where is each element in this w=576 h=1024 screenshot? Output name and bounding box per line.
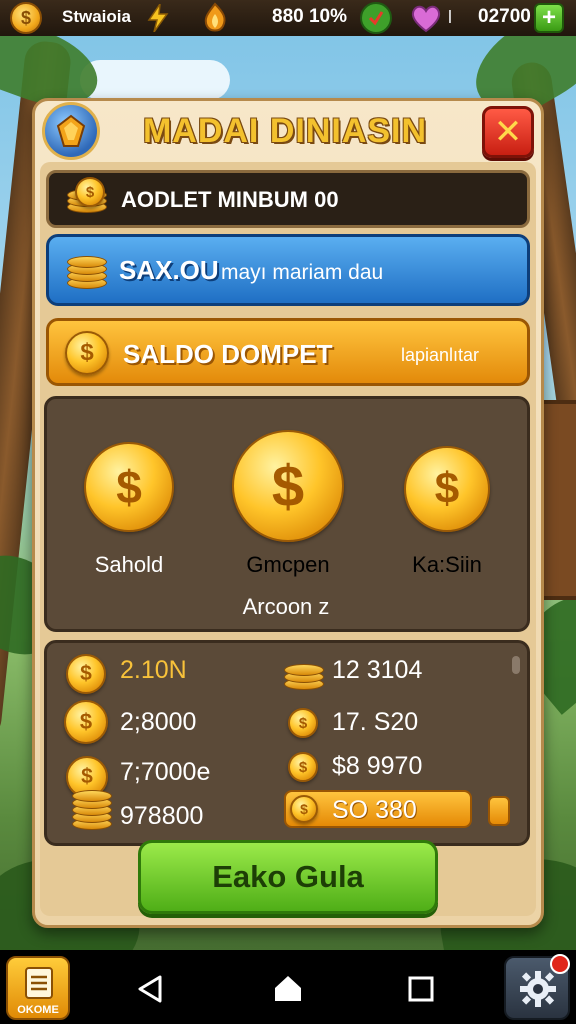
- amount-left-2: 2;8000: [120, 708, 197, 736]
- coin-icon: $: [64, 700, 108, 744]
- top-status-bar: $ Stwaioia 880 10% | 02700 +: [0, 0, 576, 36]
- withdraw-option-subtitle: mayı mariam dau: [221, 261, 384, 284]
- notification-badge: [550, 954, 570, 974]
- minimum-info-row: $ AODLET MINBUM 00: [46, 170, 530, 228]
- scrollbar-thumb[interactable]: [512, 656, 520, 674]
- amount-right-3: $8 9970: [332, 752, 423, 780]
- minimum-text: AODLET MINBUM 00: [121, 187, 339, 212]
- add-gems-button[interactable]: +: [534, 3, 564, 33]
- coin-icon: $: [288, 708, 318, 738]
- heart-icon: [410, 2, 442, 34]
- coin-option-2[interactable]: $: [232, 430, 344, 542]
- wallet-balance-subtitle: lapianlıtar: [401, 345, 480, 365]
- back-icon[interactable]: [136, 974, 164, 1009]
- coin-stack-icon: [284, 662, 324, 692]
- scroll-handle[interactable]: [488, 796, 510, 826]
- home-menu-button[interactable]: OKOME: [6, 956, 70, 1020]
- coin-option-1[interactable]: $: [84, 442, 174, 532]
- coin-caption: Arcoon z: [242, 594, 330, 619]
- coin-option-3-label: Ka:Siin: [412, 552, 482, 577]
- stats-text: 880 10%: [272, 6, 348, 27]
- confirm-button[interactable]: Eako Gula: [138, 840, 438, 914]
- amount-left-3: 7;7000e: [120, 758, 211, 786]
- gems-count: 02700: [478, 6, 531, 27]
- emblem-icon: [42, 102, 100, 160]
- flame-icon: [200, 2, 230, 34]
- coin-icon: $: [290, 795, 318, 823]
- amount-right-4: SO 380: [332, 796, 417, 824]
- home-menu-label: OKOME: [17, 1004, 59, 1016]
- home-icon[interactable]: [272, 972, 304, 1009]
- player-name: Stwaioia: [62, 7, 131, 26]
- coin-option-3[interactable]: $: [404, 446, 490, 532]
- amount-right-1: 12 3104: [332, 656, 423, 684]
- wallet-balance-row[interactable]: $ SALDO DOMPET lapianlıtar: [46, 318, 530, 386]
- divider-mark: |: [448, 7, 452, 23]
- withdraw-option-row[interactable]: SAX.OU mayı mariam dau: [46, 234, 530, 306]
- plus-badge-icon[interactable]: [360, 2, 392, 34]
- settings-button[interactable]: [504, 954, 570, 1020]
- document-icon: [25, 967, 53, 999]
- coin-stack-icon: [72, 790, 112, 830]
- amount-right-2: 17. S20: [332, 708, 419, 736]
- coin-stack-icon: [67, 255, 107, 291]
- coin-icon: $: [75, 177, 105, 207]
- amount-left-4: 978800: [120, 802, 204, 830]
- lightning-icon: [146, 4, 170, 32]
- amount-left-1: 2.10N: [120, 656, 187, 684]
- coin-option-2-label: Gmcpen: [246, 552, 330, 577]
- wallet-balance-title: SALDO DOMPET: [123, 339, 333, 369]
- coin-option-1-label: Sahold: [94, 552, 164, 577]
- withdraw-option-title: SAX.OU: [119, 255, 219, 285]
- coin-icon: $: [10, 2, 42, 34]
- recent-apps-icon[interactable]: [408, 976, 434, 1007]
- gear-icon: [520, 971, 556, 1007]
- coin-icon: $: [65, 331, 109, 375]
- coin-icon: $: [288, 752, 318, 782]
- coin-icon: $: [66, 654, 106, 694]
- close-button[interactable]: ✕: [482, 106, 534, 158]
- dialog-title: MADAI DINIASIN: [142, 112, 428, 150]
